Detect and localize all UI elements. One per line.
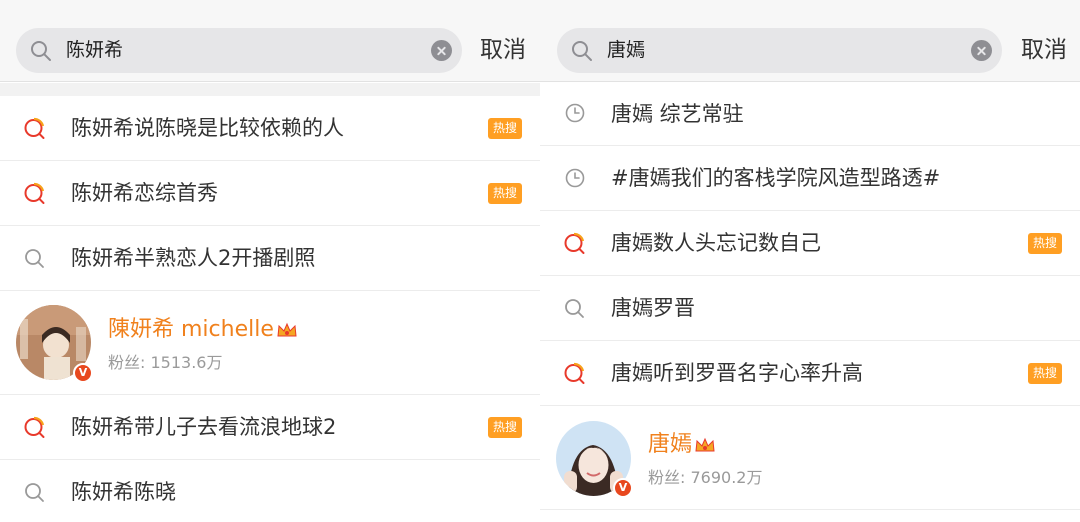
cancel-button[interactable]: 取消: [480, 28, 526, 73]
suggestion-text: 陈妍希带儿子去看流浪地球2: [71, 415, 337, 439]
search-header: 唐嫣 取消: [540, 0, 1080, 82]
hot-badge: 热搜: [1028, 233, 1062, 254]
suggestion-text: 陈妍希陈晓: [71, 480, 176, 504]
suggestion-row[interactable]: 陈妍希陈晓: [0, 460, 540, 522]
user-name: 唐嫣: [648, 426, 716, 458]
verified-v-icon: V: [73, 363, 93, 383]
user-name-text: 唐嫣: [648, 432, 693, 457]
suggestion-row[interactable]: 唐嫣罗晋: [540, 276, 1080, 341]
search-header: 陈妍希 取消: [0, 0, 540, 82]
left-search-panel: 陈妍希 取消 陈妍希说陈晓是比较依赖的人 热搜 陈妍希恋综首秀 热搜 陈妍希半熟…: [0, 0, 540, 522]
verified-v-icon: V: [613, 478, 633, 498]
user-result-row[interactable]: V 唐嫣 粉丝: 7690.2万: [540, 406, 1080, 510]
suggestion-text: 陈妍希半熟恋人2开播剧照: [71, 246, 316, 270]
hot-badge: 热搜: [488, 183, 522, 204]
suggestion-row[interactable]: 陈妍希说陈晓是比较依赖的人 热搜: [0, 96, 540, 161]
crown-icon: [277, 322, 297, 337]
suggestion-row[interactable]: 陈妍希带儿子去看流浪地球2 热搜: [0, 395, 540, 460]
fans-label: 粉丝:: [648, 468, 686, 487]
hot-search-icon: [564, 232, 585, 254]
history-row[interactable]: 唐嫣 综艺常驻: [540, 83, 1080, 146]
hot-badge: 热搜: [488, 417, 522, 438]
suggestion-row[interactable]: 陈妍希半熟恋人2开播剧照: [0, 226, 540, 291]
clock-icon: [565, 168, 585, 188]
hot-badge: 热搜: [1028, 363, 1062, 384]
suggestion-text: 唐嫣罗晋: [611, 296, 695, 320]
clear-icon[interactable]: [431, 40, 452, 61]
history-text: 唐嫣 综艺常驻: [611, 102, 744, 126]
user-result-row[interactable]: V 陳妍希 michelle 粉丝: 1513.6万: [0, 291, 540, 395]
search-icon: [25, 483, 44, 502]
search-icon: [572, 41, 592, 61]
fans-value: 7690.2万: [690, 468, 763, 487]
user-name: 陳妍希 michelle: [108, 311, 298, 343]
hot-search-icon: [24, 117, 45, 139]
divider: [0, 83, 540, 96]
clear-icon[interactable]: [971, 40, 992, 61]
hot-badge: 热搜: [488, 118, 522, 139]
fans-value: 1513.6万: [150, 353, 223, 372]
search-input[interactable]: 陈妍希: [16, 28, 462, 73]
right-search-panel: 唐嫣 取消 唐嫣 综艺常驻 #唐嫣我们的客栈学院风造型路透# 唐嫣数人头忘记数自…: [540, 0, 1080, 522]
suggestion-text: 唐嫣听到罗晋名字心率升高: [611, 361, 863, 385]
history-text: #唐嫣我们的客栈学院风造型路透#: [611, 166, 941, 190]
hot-search-icon: [24, 182, 45, 204]
suggestion-text: 陈妍希说陈晓是比较依赖的人: [71, 116, 344, 140]
suggestion-text: 唐嫣数人头忘记数自己: [611, 231, 821, 255]
cancel-button[interactable]: 取消: [1021, 28, 1067, 73]
search-input[interactable]: 唐嫣: [557, 28, 1002, 73]
fans-count: 粉丝: 7690.2万: [648, 464, 763, 488]
fans-label: 粉丝:: [108, 353, 146, 372]
clock-icon: [565, 103, 585, 123]
suggestion-row[interactable]: 唐嫣数人头忘记数自己 热搜: [540, 211, 1080, 276]
suggestion-row[interactable]: 唐嫣听到罗晋名字心率升高 热搜: [540, 341, 1080, 406]
search-icon: [25, 249, 44, 268]
search-query-text[interactable]: 陈妍希: [66, 28, 123, 73]
search-query-text[interactable]: 唐嫣: [607, 28, 645, 73]
suggestion-text: 陈妍希恋综首秀: [71, 181, 218, 205]
hot-search-icon: [564, 362, 585, 384]
suggestion-row[interactable]: 陈妍希恋综首秀 热搜: [0, 161, 540, 226]
fans-count: 粉丝: 1513.6万: [108, 349, 223, 373]
hot-search-icon: [24, 416, 45, 438]
crown-icon: [695, 437, 715, 452]
search-icon: [31, 41, 51, 61]
search-icon: [565, 299, 584, 318]
history-row[interactable]: #唐嫣我们的客栈学院风造型路透#: [540, 146, 1080, 211]
user-name-text: 陳妍希 michelle: [108, 317, 274, 342]
